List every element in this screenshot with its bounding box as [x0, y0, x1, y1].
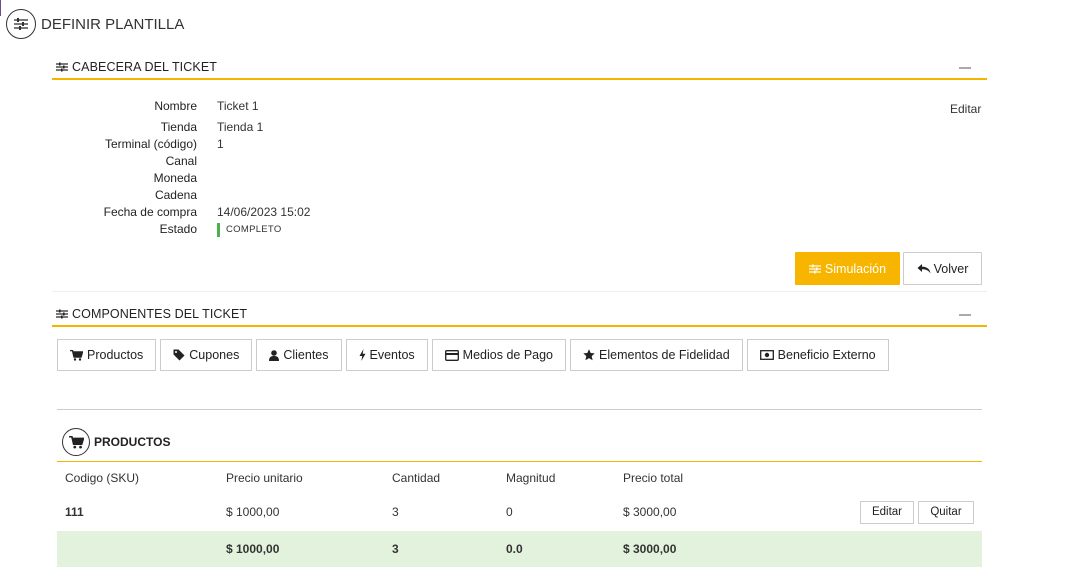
products-header: PRODUCTOS [62, 428, 170, 456]
collapse-header-button[interactable] [959, 67, 971, 69]
column-header-magnitude: Magnitud [506, 470, 556, 485]
column-header-unit-price: Precio unitario [226, 470, 303, 485]
section-divider [52, 291, 987, 292]
edit-header-link[interactable]: Editar [950, 102, 981, 116]
sliders-icon [808, 264, 821, 273]
sliders-icon [56, 309, 68, 319]
total-magnitude: 0.0 [506, 542, 523, 556]
row-actions: Editar Quitar [773, 500, 982, 524]
column-header-sku: Codigo (SKU) [65, 470, 140, 485]
simulate-button[interactable]: Simulación [795, 252, 900, 285]
tab-label: Cupones [189, 348, 240, 362]
back-label: Volver [933, 261, 969, 276]
total-unit-price: $ 1000,00 [226, 542, 280, 556]
money-icon [759, 350, 774, 360]
cart-icon [70, 349, 83, 361]
tab-label: Beneficio Externo [777, 348, 876, 362]
sliders-icon [6, 9, 36, 39]
header-section-title-bar: CABECERA DEL TICKET [52, 56, 987, 80]
tabs-divider [57, 409, 982, 410]
components-section-title: COMPONENTES DEL TICKET [72, 307, 248, 321]
field-label: Tienda [160, 120, 197, 134]
products-title: PRODUCTOS [94, 435, 171, 449]
field-estado: Estado COMPLETO [52, 221, 310, 238]
field-value: Tienda 1 [217, 120, 264, 134]
cart-icon [62, 428, 90, 456]
tab-label: Medios de Pago [462, 348, 554, 362]
field-tienda: Tienda Tienda 1 [52, 119, 310, 136]
simulate-label: Simulación [824, 261, 887, 276]
totals-row: $ 1000,00 3 0.0 $ 3000,00 [57, 531, 982, 567]
field-canal: Canal [52, 153, 310, 170]
field-cadena: Cadena [52, 187, 310, 204]
cell-total: $ 3000,00 [623, 505, 677, 519]
table-header: Codigo (SKU) Precio unitario Cantidad Ma… [57, 461, 982, 493]
total-quantity: 3 [392, 542, 399, 556]
cell-unit-price: $ 1000,00 [226, 505, 280, 519]
field-label: Terminal (código) [104, 137, 197, 151]
sliders-icon [56, 62, 68, 72]
components-section-title-bar: COMPONENTES DEL TICKET [52, 303, 987, 327]
field-label: Estado [159, 222, 197, 236]
field-label: Moneda [153, 171, 197, 185]
field-nombre: Nombre Ticket 1 [52, 98, 310, 115]
column-header-quantity: Cantidad [392, 470, 441, 485]
field-fecha: Fecha de compra 14/06/2023 15:02 [52, 204, 311, 221]
back-button[interactable]: Volver [903, 252, 982, 285]
tab-clientes[interactable]: Clientes [256, 339, 342, 371]
reply-icon [917, 264, 931, 274]
edit-row-button[interactable]: Editar [860, 500, 914, 524]
status-badge: COMPLETO [217, 221, 282, 238]
star-icon [583, 349, 595, 361]
field-terminal: Terminal (código) 1 [52, 136, 310, 153]
tab-label: Clientes [283, 348, 329, 362]
tab-beneficio-externo[interactable]: Beneficio Externo [746, 339, 889, 371]
component-tabs: Productos Cupones Clientes Eventos Medio… [57, 339, 893, 371]
cell-sku: 111 [65, 505, 84, 519]
tab-medios-de-pago[interactable]: Medios de Pago [431, 339, 567, 371]
header-section-title: CABECERA DEL TICKET [72, 60, 217, 74]
window-edge [0, 0, 1, 16]
remove-row-button[interactable]: Quitar [918, 500, 974, 524]
bolt-icon [359, 349, 365, 361]
user-icon [269, 349, 280, 361]
field-value: 14/06/2023 15:02 [217, 205, 311, 219]
credit-card-icon [444, 349, 459, 361]
tab-label: Eventos [369, 348, 415, 362]
products-table: Codigo (SKU) Precio unitario Cantidad Ma… [57, 461, 982, 567]
total-price: $ 3000,00 [623, 542, 677, 556]
tab-cupones[interactable]: Cupones [160, 339, 253, 371]
field-label: Canal [165, 154, 197, 168]
tab-label: Productos [87, 348, 144, 362]
field-label: Nombre [154, 99, 197, 113]
status-text: COMPLETO [226, 224, 282, 235]
field-moneda: Moneda [52, 170, 310, 187]
tab-eventos[interactable]: Eventos [345, 339, 428, 371]
field-value: Ticket 1 [217, 99, 259, 113]
column-header-total: Precio total [623, 470, 684, 485]
ticket-fields: Nombre Ticket 1 Tienda Tienda 1 Terminal (… [52, 98, 310, 238]
status-indicator [217, 222, 220, 237]
tab-elementos-de-fidelidad[interactable]: Elementos de Fidelidad [570, 339, 743, 371]
field-value: 1 [217, 137, 224, 151]
collapse-components-button[interactable] [959, 314, 971, 316]
tab-label: Elementos de Fidelidad [599, 348, 730, 362]
cell-quantity: 3 [392, 505, 399, 519]
page-title: DEFINIR PLANTILLA [41, 15, 185, 33]
cell-magnitude: 0 [506, 505, 513, 519]
tab-productos[interactable]: Productos [57, 339, 157, 371]
field-label: Cadena [154, 188, 197, 202]
page-header: DEFINIR PLANTILLA [6, 9, 184, 39]
tag-icon [173, 349, 185, 361]
table-row: 111 $ 1000,00 3 0 $ 3000,00 Editar Quita… [57, 493, 982, 531]
field-label: Fecha de compra [103, 205, 197, 219]
